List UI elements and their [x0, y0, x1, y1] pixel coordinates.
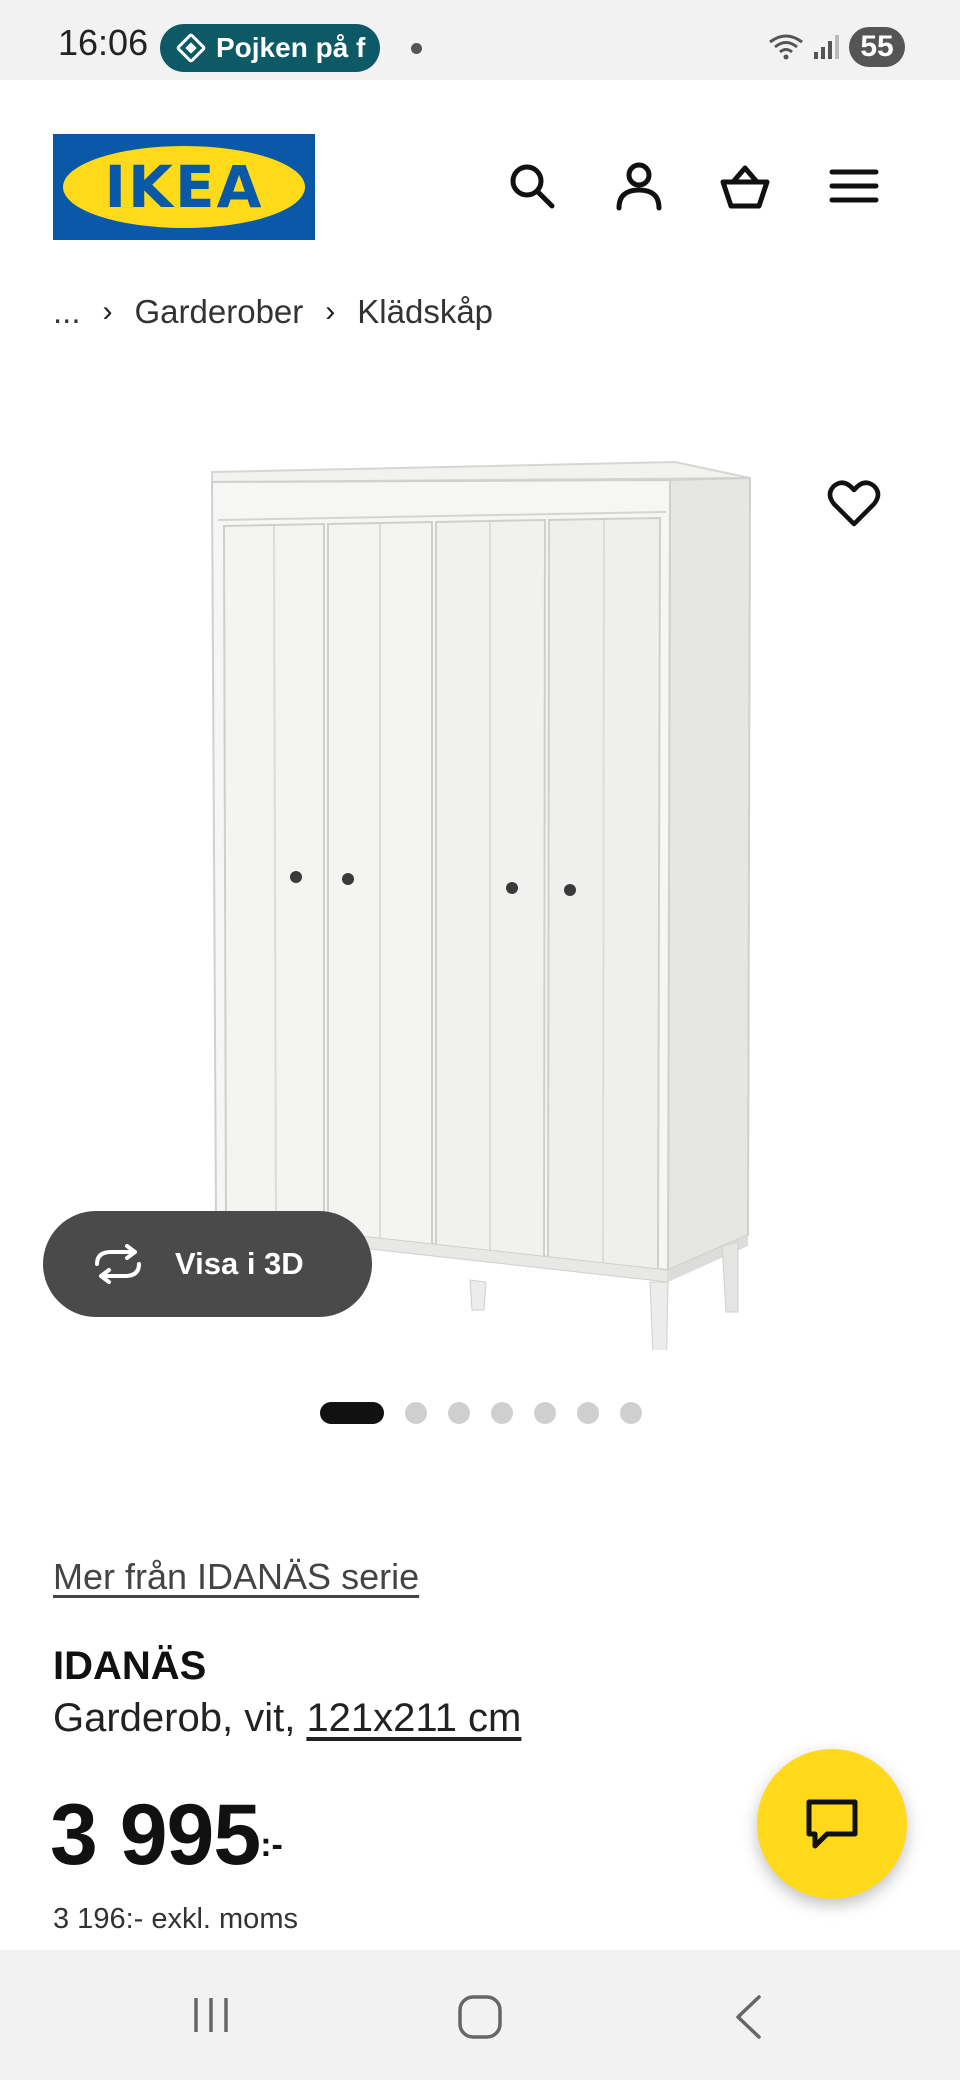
price-excl-vat: 3 196:- exkl. moms	[53, 1903, 298, 1935]
basket-icon[interactable]	[719, 160, 771, 212]
image-carousel-dots	[320, 1401, 663, 1425]
carousel-dot[interactable]	[577, 1402, 599, 1424]
carousel-dot[interactable]	[620, 1402, 642, 1424]
account-icon[interactable]	[613, 160, 665, 212]
menu-icon[interactable]	[828, 160, 880, 212]
notification-dot-icon	[411, 43, 422, 54]
breadcrumb-item-kladskap[interactable]: Klädskåp	[357, 293, 493, 331]
breadcrumb-item-garderober[interactable]: Garderober	[135, 293, 304, 331]
carousel-dot[interactable]	[491, 1402, 513, 1424]
carousel-dot[interactable]	[405, 1402, 427, 1424]
view-in-3d-label: Visa i 3D	[175, 1246, 304, 1281]
wifi-icon	[769, 34, 803, 60]
signal-icon	[814, 35, 839, 59]
carousel-dot[interactable]	[320, 1402, 384, 1424]
chevron-right-icon: ›	[102, 295, 113, 328]
product-description: Garderob, vit, 121x211 cm	[53, 1696, 521, 1741]
product-name: IDANÄS	[53, 1644, 207, 1688]
status-time: 16:06	[58, 22, 149, 63]
product-dimensions-link[interactable]: 121x211 cm	[306, 1696, 521, 1740]
view-in-3d-button[interactable]: Visa i 3D	[43, 1211, 372, 1317]
ikea-logo[interactable]: IKEA	[53, 134, 315, 240]
home-icon[interactable]	[457, 1994, 503, 2040]
logo-text: IKEA	[104, 153, 264, 221]
breadcrumb: ... › Garderober › Klädskåp	[53, 290, 493, 334]
favorite-heart-icon[interactable]	[826, 476, 882, 532]
chevron-right-icon: ›	[325, 295, 336, 328]
breadcrumb-ellipsis[interactable]: ...	[53, 293, 81, 331]
price-amount: 3 995	[50, 1787, 261, 1883]
carousel-dot[interactable]	[448, 1402, 470, 1424]
navigation-notification-pill[interactable]: Pojken på f	[160, 24, 380, 72]
carousel-dot[interactable]	[534, 1402, 556, 1424]
battery-icon: 55	[849, 27, 905, 67]
product-type: Garderob, vit,	[53, 1696, 307, 1740]
product-price: 3 995 :-	[50, 1786, 283, 1885]
recent-apps-icon[interactable]	[190, 1994, 232, 2036]
search-icon[interactable]	[506, 160, 558, 212]
status-bar: 16:06 Pojken på f 55	[0, 0, 960, 80]
back-icon[interactable]	[733, 1994, 763, 2040]
price-suffix: :-	[260, 1826, 283, 1864]
series-link[interactable]: Mer från IDANÄS serie	[53, 1556, 419, 1598]
chat-button[interactable]	[757, 1749, 907, 1899]
chat-icon	[806, 1799, 858, 1849]
notification-text: Pojken på f	[216, 32, 366, 63]
navigation-icon	[175, 32, 207, 64]
rotate-3d-icon	[95, 1244, 141, 1284]
system-navigation-bar	[0, 1950, 960, 2080]
